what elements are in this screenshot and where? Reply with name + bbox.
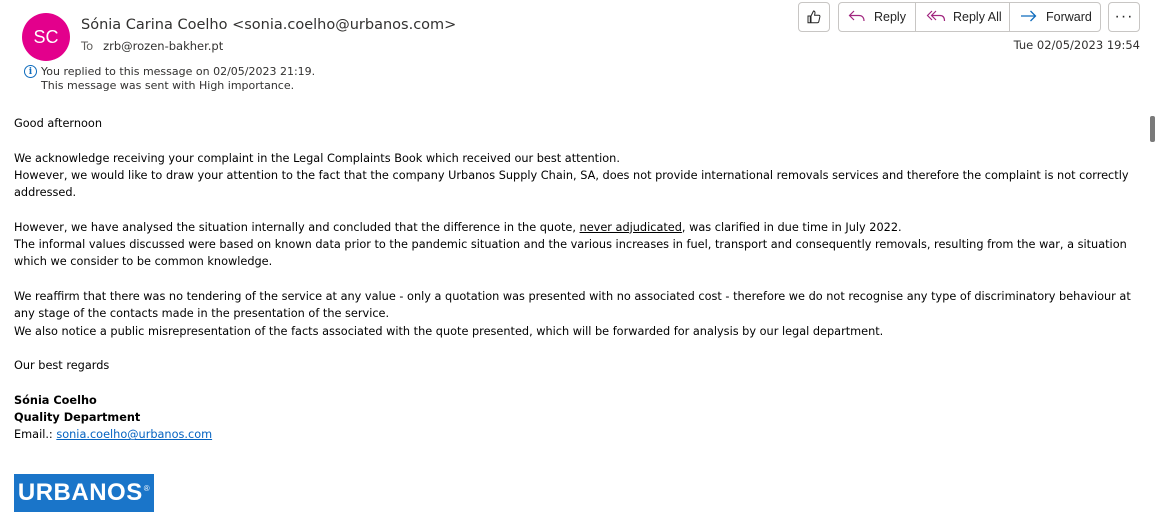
- reply-label: Reply: [874, 10, 906, 24]
- paragraph-line: , was clarified in due time in July 2022…: [681, 220, 902, 234]
- message-info: i You replied to this message on 02/05/2…: [24, 65, 315, 93]
- message-body: Good afternoon We acknowledge receiving …: [14, 115, 1139, 444]
- logo-text: URBANOS: [17, 479, 143, 506]
- paragraph: However, we have analysed the situation …: [14, 219, 1139, 271]
- recipient-line: To zrb@rozen-bakher.pt: [81, 39, 223, 53]
- scrollbar[interactable]: [1148, 104, 1155, 520]
- signature-email-link[interactable]: sonia.coelho@urbanos.com: [56, 428, 212, 441]
- paragraph-line: However, we have analysed the situation …: [14, 220, 580, 234]
- thumbs-up-icon: [806, 9, 822, 25]
- reply-icon: [848, 9, 866, 26]
- paragraph-line: We reaffirm that there was no tendering …: [14, 289, 1131, 321]
- paragraph-line: However, we would like to draw your atte…: [14, 168, 1129, 200]
- message-date: Tue 02/05/2023 19:54: [1013, 38, 1140, 52]
- reply-all-label: Reply All: [953, 10, 1002, 24]
- toolbar-divider: [1009, 3, 1010, 31]
- signature-email-label: Email.:: [14, 428, 57, 442]
- toolbar-divider: [915, 3, 916, 31]
- urbanos-logo: URBANOS ®: [14, 474, 154, 512]
- signature-name: Sónia Coelho: [14, 393, 97, 407]
- replied-notice: You replied to this message on 02/05/202…: [41, 65, 316, 78]
- info-icon: i: [24, 65, 37, 78]
- underlined-text: never adjudicated: [579, 220, 682, 234]
- paragraph: We reaffirm that there was no tendering …: [14, 288, 1139, 340]
- signature: Sónia Coelho Quality Department Email.: …: [14, 392, 1139, 444]
- reply-all-icon: [926, 9, 946, 26]
- forward-label: Forward: [1046, 10, 1092, 24]
- greeting: Good afternoon: [14, 117, 103, 130]
- paragraph-line: We also notice a public misrepresentatio…: [14, 324, 884, 338]
- to-label: To: [81, 39, 94, 53]
- paragraph-line: We acknowledge receiving your complaint …: [14, 151, 620, 165]
- recipient-address[interactable]: zrb@rozen-bakher.pt: [103, 39, 223, 53]
- signature-email-line: Email.: sonia.coelho@urbanos.com: [14, 426, 1139, 443]
- reply-actions-group: Reply Reply All Forward: [838, 2, 1101, 32]
- reply-all-button[interactable]: Reply All: [926, 3, 1002, 31]
- closing: Our best regards: [14, 359, 110, 373]
- paragraph-line: The informal values discussed were based…: [14, 238, 1127, 269]
- forward-button[interactable]: Forward: [1020, 3, 1092, 31]
- like-button[interactable]: [798, 2, 830, 32]
- message-toolbar: Reply Reply All Forward ···: [0, 2, 1155, 34]
- signature-department: Quality Department: [14, 411, 141, 425]
- reply-button[interactable]: Reply: [848, 3, 906, 31]
- importance-notice: This message was sent with High importan…: [41, 79, 295, 92]
- paragraph: We acknowledge receiving your complaint …: [14, 150, 1139, 202]
- scrollbar-thumb[interactable]: [1150, 116, 1155, 142]
- more-actions-button[interactable]: ···: [1108, 2, 1140, 32]
- ellipsis-icon: ···: [1114, 8, 1134, 25]
- forward-arrow-icon: [1020, 9, 1037, 26]
- registered-mark: ®: [143, 483, 151, 493]
